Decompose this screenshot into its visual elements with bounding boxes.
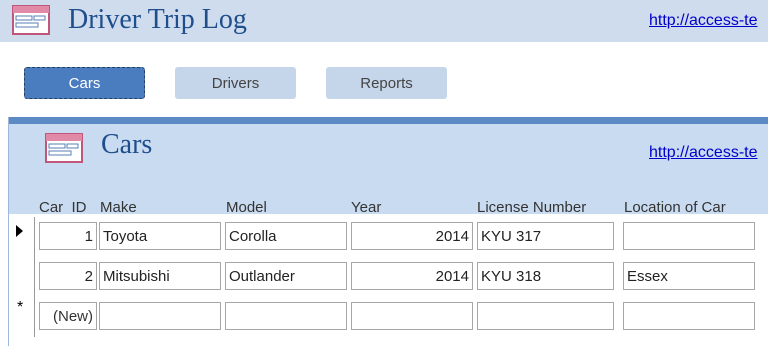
form-title: Cars [101, 129, 153, 160]
model-cell[interactable]: Outlander [225, 262, 347, 290]
year-cell[interactable]: 2014 [351, 262, 473, 290]
license-number-cell[interactable]: KYU 318 [477, 262, 614, 290]
app-header: Driver Trip Log http://access-te [0, 0, 768, 42]
location-cell[interactable]: Essex [623, 262, 755, 290]
new-record-selector[interactable]: * [9, 297, 35, 337]
form-link[interactable]: http://access-te [649, 144, 758, 162]
app-title: Driver Trip Log [68, 4, 247, 35]
year-cell[interactable]: 2014 [351, 222, 473, 250]
model-cell[interactable]: Corolla [225, 222, 347, 250]
cars-form: Cars http://access-te Car_ID Make Model … [8, 117, 768, 346]
year-new-cell[interactable] [351, 302, 473, 330]
make-new-cell[interactable] [99, 302, 221, 330]
model-new-cell[interactable] [225, 302, 347, 330]
make-cell[interactable]: Mitsubishi [99, 262, 221, 290]
record-selector[interactable] [9, 257, 35, 297]
cars-datasheet: 1 Toyota Corolla 2014 KYU 317 2 Mitsubis… [9, 214, 768, 346]
location-new-cell[interactable] [623, 302, 755, 330]
record-selector[interactable] [9, 217, 35, 257]
form-top-border [9, 117, 768, 124]
tab-cars[interactable]: Cars [24, 67, 145, 99]
license-number-cell[interactable]: KYU 317 [477, 222, 614, 250]
new-record-icon: * [17, 299, 24, 316]
header-link[interactable]: http://access-te [649, 12, 758, 30]
form-icon [12, 5, 50, 35]
car-id-cell[interactable]: 1 [39, 222, 97, 250]
license-number-new-cell[interactable] [477, 302, 614, 330]
car-id-new-cell[interactable]: (New) [39, 302, 97, 330]
car-id-cell[interactable]: 2 [39, 262, 97, 290]
tab-reports[interactable]: Reports [326, 67, 447, 99]
location-cell[interactable] [623, 222, 755, 250]
form-icon [45, 133, 83, 163]
tab-drivers[interactable]: Drivers [175, 67, 296, 99]
make-cell[interactable]: Toyota [99, 222, 221, 250]
